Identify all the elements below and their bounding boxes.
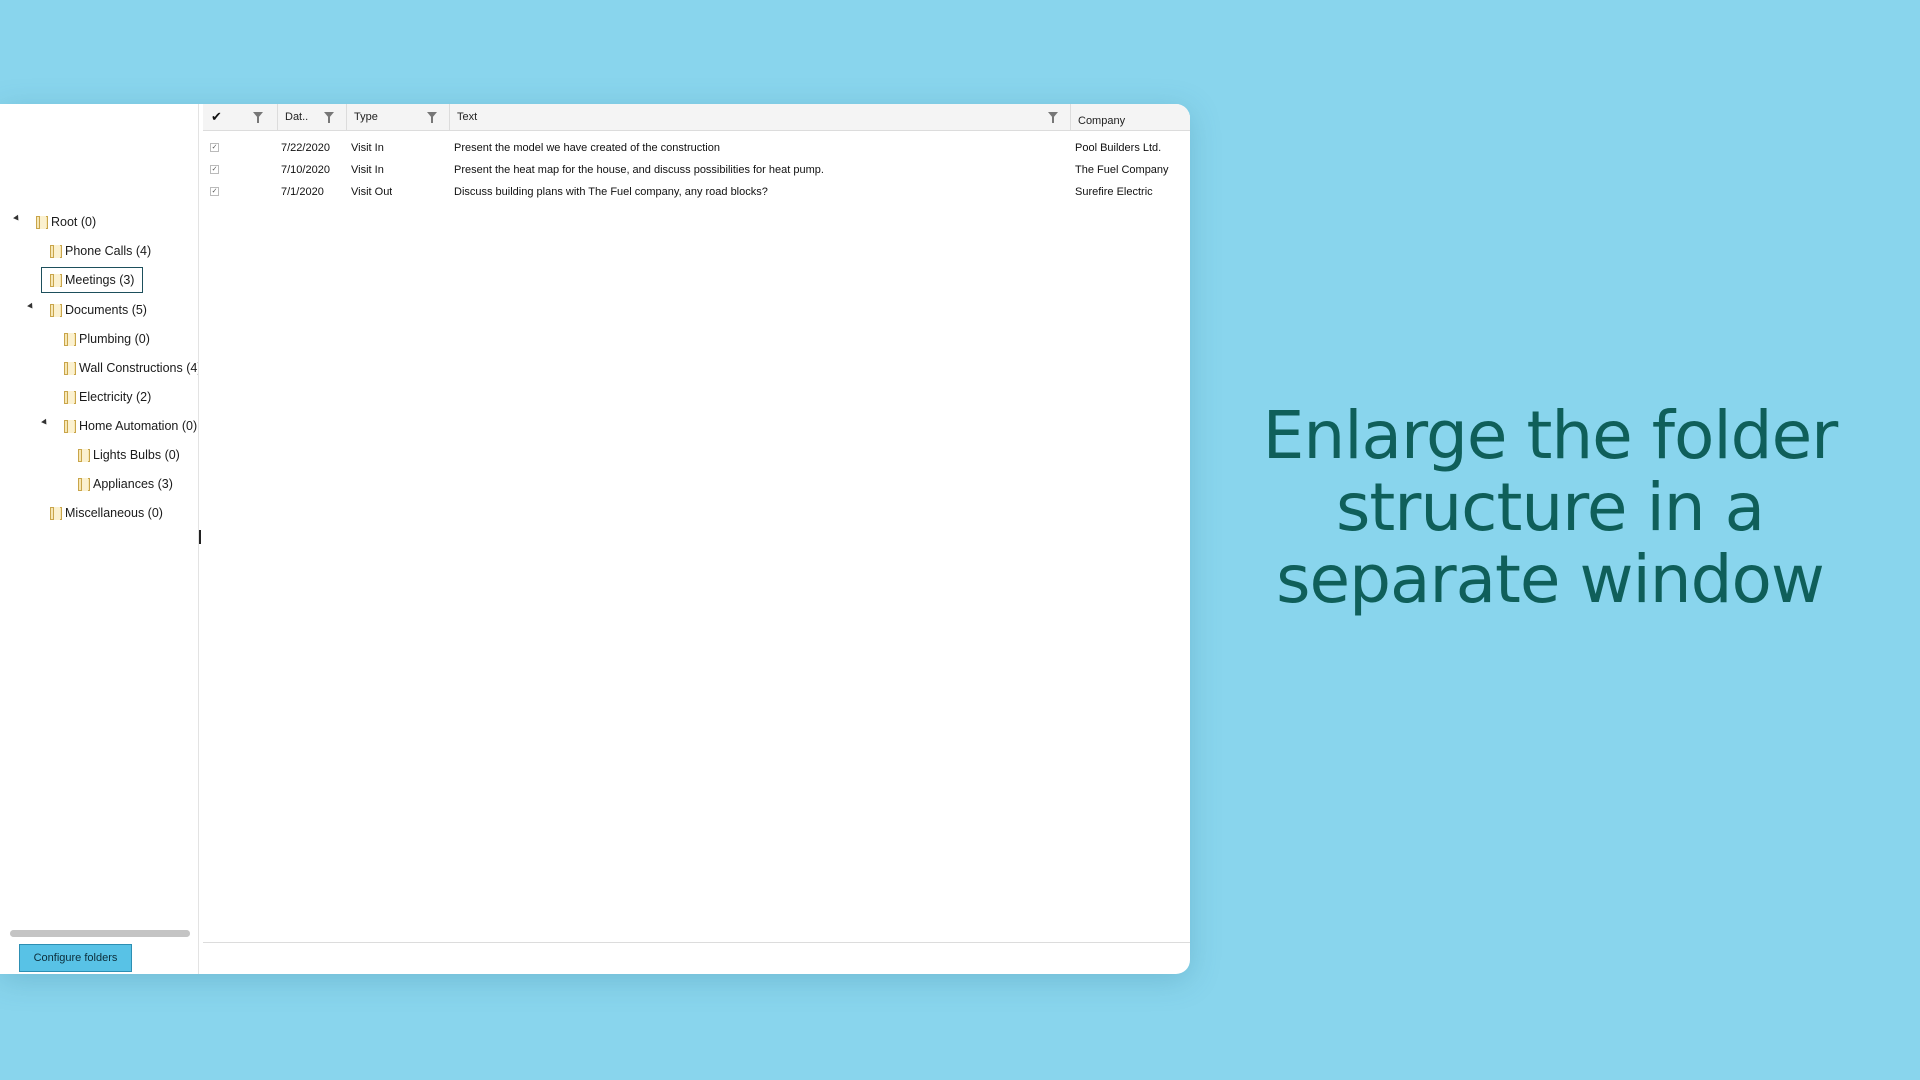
- tree-node-meetings[interactable]: Meetings (3): [41, 267, 144, 293]
- column-header-text[interactable]: Text: [450, 104, 1071, 130]
- column-label: Type: [354, 111, 378, 123]
- filter-icon[interactable]: [324, 112, 334, 123]
- tree-node-electricity[interactable]: Electricity (2): [64, 385, 151, 409]
- column-label: Dat..: [285, 111, 309, 123]
- tree-node-wall-constructions[interactable]: Wall Constructions (4): [64, 356, 198, 380]
- column-header-date[interactable]: Dat..: [278, 104, 347, 130]
- folder-icon: [50, 506, 62, 520]
- cell-company: Pool Builders Ltd.: [1075, 142, 1162, 154]
- table-row[interactable]: ✓ 7/1/2020 Visit Out Discuss building pl…: [203, 181, 1190, 203]
- table-row[interactable]: ✓ 7/10/2020 Visit In Present the heat ma…: [203, 159, 1190, 181]
- tree-node-label: Lights Bulbs (0): [93, 448, 180, 462]
- filter-icon[interactable]: [427, 112, 437, 123]
- tree-node-plumbing[interactable]: Plumbing (0): [64, 327, 150, 351]
- tree-node-label: Meetings (3): [65, 273, 135, 287]
- row-checkbox[interactable]: ✓: [210, 187, 219, 196]
- tree-horizontal-scrollbar[interactable]: [10, 930, 190, 937]
- grid-footer-divider: [203, 942, 1190, 943]
- tree-node-label: Home Automation (0): [79, 419, 198, 433]
- folder-tree: Root (0) Phone Calls (4) Meetings (3) Do…: [0, 104, 198, 924]
- configure-folders-button[interactable]: Configure folders: [19, 944, 132, 972]
- folder-icon: [64, 332, 76, 346]
- tree-node-label: Electricity (2): [79, 390, 152, 404]
- column-label: Text: [457, 111, 478, 123]
- tree-node-label: Root (0): [51, 215, 97, 229]
- folder-icon: [50, 244, 62, 258]
- grid-header: ✔ Dat.. Type Text Company: [203, 104, 1190, 131]
- tree-node-miscellaneous[interactable]: Miscellaneous (0): [50, 501, 163, 525]
- tree-node-label: Phone Calls (4): [65, 244, 152, 258]
- table-row[interactable]: ✓ 7/22/2020 Visit In Present the model w…: [203, 137, 1190, 159]
- tree-node-appliances[interactable]: Appliances (3): [78, 472, 173, 496]
- data-grid: ✔ Dat.. Type Text Company ✓ 7/22/2020 Vi: [203, 104, 1190, 942]
- row-checkbox[interactable]: ✓: [210, 143, 219, 152]
- folder-icon: [50, 273, 62, 287]
- cell-company: Surefire Electric: [1075, 186, 1153, 198]
- collapse-toggle-icon[interactable]: [27, 302, 35, 311]
- cell-text: Discuss building plans with The Fuel com…: [454, 186, 768, 198]
- folder-icon: [50, 303, 62, 317]
- cell-type: Visit Out: [351, 186, 393, 198]
- tree-node-label: Appliances (3): [93, 477, 173, 491]
- tree-node-label: Miscellaneous (0): [65, 506, 163, 520]
- tree-node-lights-bulbs[interactable]: Lights Bulbs (0): [78, 443, 180, 467]
- collapse-toggle-icon[interactable]: [13, 214, 21, 223]
- column-header-company[interactable]: Company: [1071, 104, 1190, 130]
- column-header-check[interactable]: ✔: [203, 104, 278, 130]
- tree-node-root[interactable]: Root (0): [36, 210, 96, 234]
- cell-date: 7/1/2020: [281, 186, 324, 198]
- tree-node-phone-calls[interactable]: Phone Calls (4): [50, 239, 151, 263]
- folder-icon: [78, 477, 90, 491]
- tree-node-home-automation[interactable]: Home Automation (0): [64, 414, 197, 438]
- column-label: Company: [1078, 115, 1126, 127]
- collapse-toggle-icon[interactable]: [41, 418, 49, 427]
- cell-type: Visit In: [351, 164, 384, 176]
- folder-icon: [78, 448, 90, 462]
- folder-icon: [64, 361, 76, 375]
- folder-icon: [64, 390, 76, 404]
- promo-caption: Enlarge the folder structure in a separa…: [1262, 397, 1839, 618]
- filter-icon[interactable]: [1048, 112, 1058, 123]
- column-header-type[interactable]: Type: [347, 104, 450, 130]
- checkmark-icon[interactable]: ✔: [211, 109, 222, 125]
- filter-icon[interactable]: [253, 112, 263, 123]
- cell-date: 7/10/2020: [281, 164, 330, 176]
- tree-node-label: Documents (5): [65, 303, 147, 317]
- cell-date: 7/22/2020: [281, 142, 330, 154]
- folder-icon: [64, 419, 76, 433]
- tree-node-label: Wall Constructions (4): [79, 361, 198, 375]
- cell-text: Present the model we have created of the…: [454, 142, 720, 154]
- folder-icon: [36, 215, 48, 229]
- folder-tree-panel: Root (0) Phone Calls (4) Meetings (3) Do…: [0, 104, 199, 974]
- cell-type: Visit In: [351, 142, 384, 154]
- scrollbar-thumb[interactable]: [10, 930, 190, 937]
- cell-text: Present the heat map for the house, and …: [454, 164, 824, 176]
- app-window: Root (0) Phone Calls (4) Meetings (3) Do…: [0, 104, 1190, 974]
- cell-company: The Fuel Company: [1075, 164, 1169, 176]
- tree-node-documents[interactable]: Documents (5): [50, 298, 147, 322]
- tree-node-label: Plumbing (0): [79, 332, 150, 346]
- row-checkbox[interactable]: ✓: [210, 165, 219, 174]
- panel-splitter[interactable]: [199, 530, 201, 544]
